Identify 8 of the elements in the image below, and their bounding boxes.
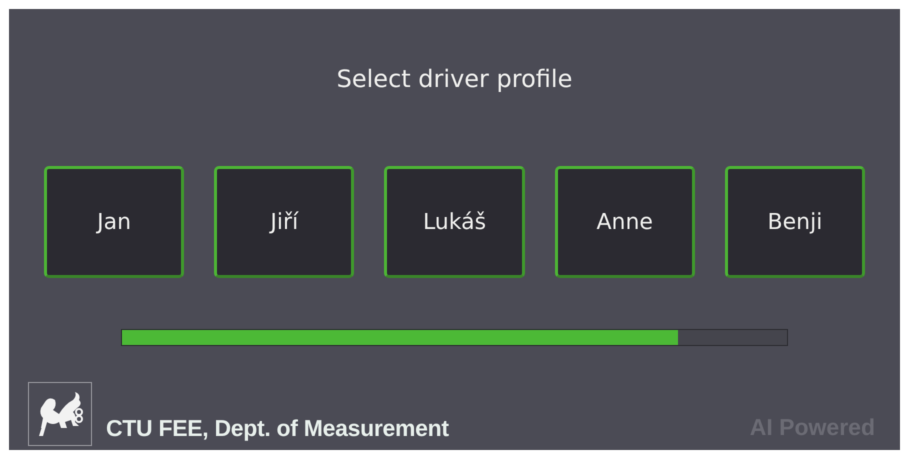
institution-name: CTU FEE, Dept. of Measurement bbox=[106, 414, 449, 442]
profile-button[interactable]: Jiří bbox=[214, 166, 354, 278]
profile-button[interactable]: Benji bbox=[724, 166, 866, 278]
profile-button[interactable]: Lukáš bbox=[384, 166, 525, 278]
screen-title: Select driver profile bbox=[336, 65, 572, 93]
lion-logo-icon bbox=[28, 382, 92, 446]
profile-button[interactable]: Anne bbox=[554, 166, 695, 278]
profile-button[interactable]: Jan bbox=[44, 166, 184, 278]
